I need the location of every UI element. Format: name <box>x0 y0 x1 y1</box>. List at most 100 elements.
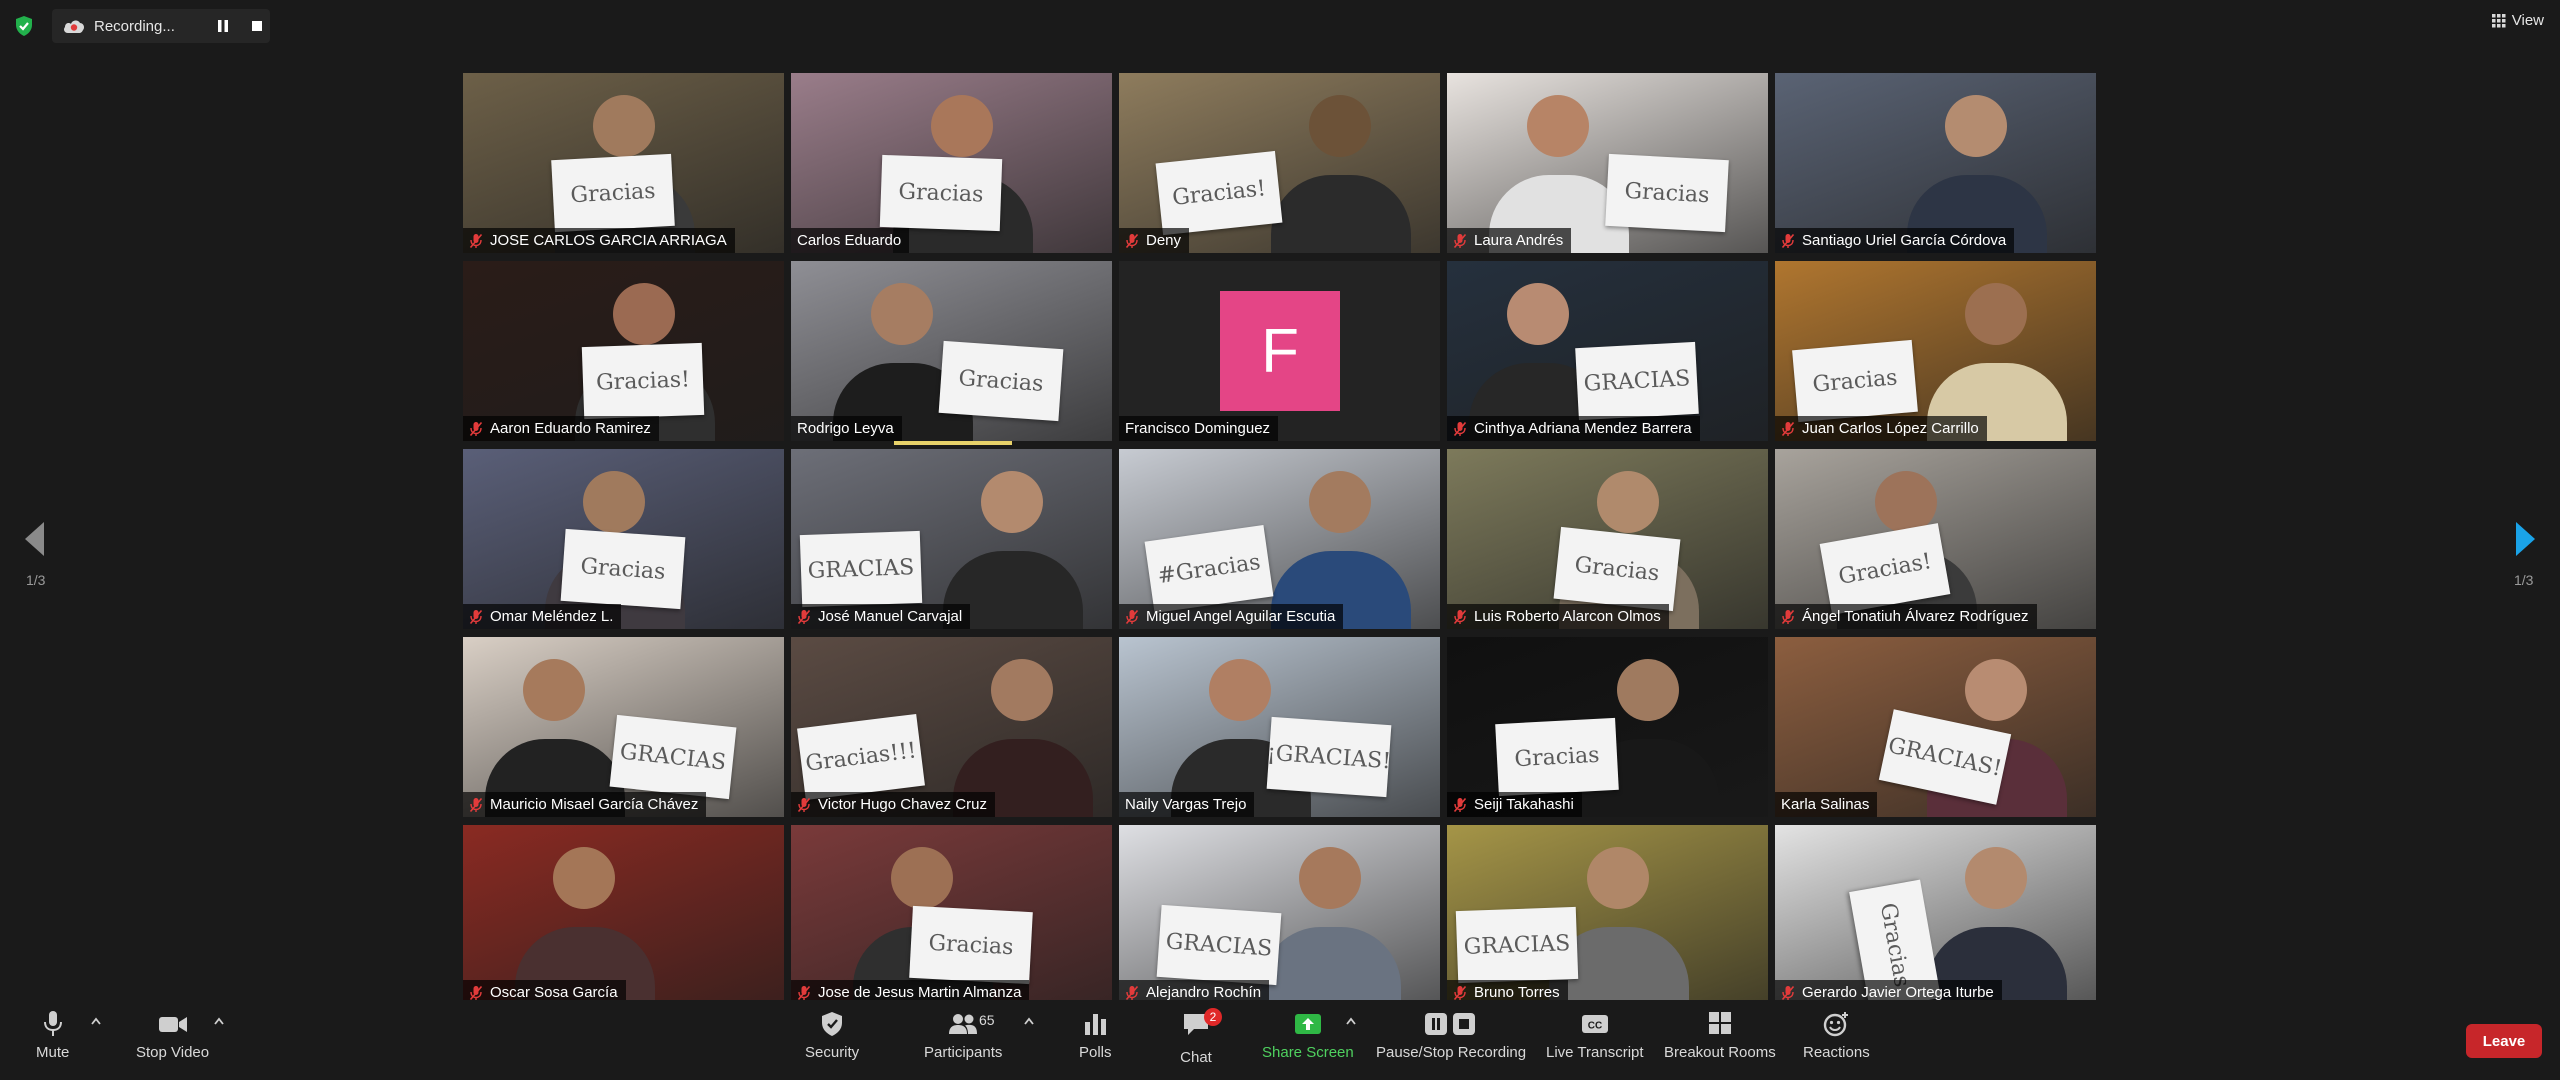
participant-video-tile[interactable]: GRACIAS Bruno Torres <box>1447 825 1768 1005</box>
participant-face <box>1965 847 2027 909</box>
gracias-sign: Gracias <box>1792 339 1918 423</box>
muted-microphone-icon <box>1125 985 1139 1000</box>
gracias-sign: Gracias <box>560 528 686 610</box>
participant-video-tile[interactable]: Gracias Juan Carlos López Carrillo <box>1775 261 2096 441</box>
reactions-button[interactable]: Reactions <box>1803 1010 1870 1061</box>
pause-recording-icon[interactable] <box>215 19 231 33</box>
participant-name: Laura Andrés <box>1474 232 1564 249</box>
participant-nameplate: Karla Salinas <box>1775 792 1878 817</box>
polls-button[interactable]: Polls <box>1079 1010 1112 1061</box>
security-shield-icon[interactable] <box>12 14 36 38</box>
participant-video-tile[interactable]: GRACIAS! Karla Salinas <box>1775 637 2096 817</box>
participant-video-tile[interactable]: Gracias Luis Roberto Alarcon Olmos <box>1447 449 1768 629</box>
reactions-smiley-icon <box>1824 1012 1849 1037</box>
share-screen-button[interactable]: Share Screen <box>1262 1010 1354 1061</box>
participant-video-tile[interactable]: Gracias Jose de Jesus Martin Almanza <box>791 825 1112 1005</box>
participant-video-tile[interactable]: Gracias!!! Victor Hugo Chavez Cruz <box>791 637 1112 817</box>
participant-video-tile[interactable]: Gracias! Deny <box>1119 73 1440 253</box>
participant-video-tile[interactable]: Gracias! Ángel Tonatiuh Álvarez Rodríguez <box>1775 449 2096 629</box>
breakout-rooms-label: Breakout Rooms <box>1664 1044 1776 1061</box>
participant-face <box>1309 95 1371 157</box>
participant-name: Naily Vargas Trejo <box>1125 796 1247 813</box>
participant-video-tile[interactable]: ¡GRACIAS! Naily Vargas Trejo <box>1119 637 1440 817</box>
leave-meeting-button[interactable]: Leave <box>2466 1024 2542 1058</box>
participant-face <box>1527 95 1589 157</box>
participant-name: Omar Meléndez L. <box>490 608 614 625</box>
participant-face <box>1875 471 1937 533</box>
participant-name: Francisco Dominguez <box>1125 420 1271 437</box>
muted-microphone-icon <box>797 609 811 624</box>
participant-name: Karla Salinas <box>1781 796 1870 813</box>
muted-microphone-icon <box>797 797 811 812</box>
reactions-label: Reactions <box>1803 1044 1870 1061</box>
chat-button[interactable]: 2 Chat <box>1180 1008 1222 1066</box>
video-options-caret-icon[interactable] <box>213 1016 225 1026</box>
breakout-rooms-icon <box>1708 1012 1731 1034</box>
participant-video-tile[interactable]: Oscar Sosa García <box>463 825 784 1005</box>
participants-button[interactable]: 65 Participants <box>924 1010 1002 1061</box>
security-label: Security <box>805 1044 860 1061</box>
share-options-caret-icon[interactable] <box>1345 1016 1357 1026</box>
participant-name: Oscar Sosa García <box>490 984 618 1001</box>
participant-video-tile[interactable]: Gracias Omar Meléndez L. <box>463 449 784 629</box>
participant-video-tile[interactable]: GRACIAS Cinthya Adriana Mendez Barrera <box>1447 261 1768 441</box>
gracias-sign: GRACIAS <box>799 530 923 608</box>
participant-face <box>1945 95 2007 157</box>
participant-video-tile[interactable]: GRACIAS Mauricio Misael García Chávez <box>463 637 784 817</box>
recording-indicator: Recording... <box>52 9 270 43</box>
participant-video-tile[interactable]: F Francisco Dominguez <box>1119 261 1440 441</box>
gracias-sign: Gracias! <box>1155 150 1283 236</box>
participant-nameplate: Naily Vargas Trejo <box>1119 792 1255 817</box>
participant-video-tile[interactable]: Gracias Seiji Takahashi <box>1447 637 1768 817</box>
stop-recording-icon[interactable] <box>250 19 264 33</box>
participant-video-tile[interactable]: Santiago Uriel García Córdova <box>1775 73 2096 253</box>
breakout-rooms-button[interactable]: Breakout Rooms <box>1664 1010 1776 1061</box>
participant-video-tile[interactable]: Gracias Laura Andrés <box>1447 73 1768 253</box>
rodrigo-speaking-bar <box>894 441 1012 445</box>
muted-microphone-icon <box>1453 233 1467 248</box>
previous-page-arrow-icon[interactable] <box>22 520 48 558</box>
participant-nameplate: Miguel Angel Aguilar Escutia <box>1119 604 1344 629</box>
pause-stop-recording-label: Pause/Stop Recording <box>1376 1044 1527 1061</box>
gracias-sign: Gracias <box>909 905 1033 985</box>
participant-video-tile[interactable]: GRACIAS José Manuel Carvajal <box>791 449 1112 629</box>
participant-video-tile[interactable]: Gracias JOSE CARLOS GARCIA ARRIAGA <box>463 73 784 253</box>
participants-options-caret-icon[interactable] <box>1023 1016 1035 1026</box>
mute-options-caret-icon[interactable] <box>90 1016 102 1026</box>
recording-label: Recording... <box>94 17 175 35</box>
chat-unread-badge: 2 <box>1204 1008 1222 1026</box>
participants-icon <box>949 1014 978 1034</box>
participant-nameplate: Rodrigo Leyva <box>791 416 902 441</box>
live-transcript-button[interactable]: CC Live Transcript <box>1546 1010 1644 1061</box>
muted-microphone-icon <box>469 421 483 436</box>
pause-stop-recording-button[interactable]: Pause/Stop Recording <box>1376 1010 1526 1061</box>
participant-video-tile[interactable]: Gracias! Aaron Eduardo Ramirez <box>463 261 784 441</box>
stop-video-button[interactable]: Stop Video <box>136 1010 209 1061</box>
participant-nameplate: Luis Roberto Alarcon Olmos <box>1447 604 1669 629</box>
mute-button[interactable]: Mute <box>36 1010 69 1061</box>
participant-nameplate: Aaron Eduardo Ramirez <box>463 416 659 441</box>
participant-name: Alejandro Rochín <box>1146 984 1262 1001</box>
participant-name: Luis Roberto Alarcon Olmos <box>1474 608 1661 625</box>
participant-nameplate: Omar Meléndez L. <box>463 604 622 629</box>
participant-video-tile[interactable]: #Gracias Miguel Angel Aguilar Escutia <box>1119 449 1440 629</box>
next-page-arrow-icon[interactable] <box>2512 520 2538 558</box>
muted-microphone-icon <box>1781 421 1795 436</box>
gracias-sign: Gracias! <box>581 342 705 420</box>
muted-microphone-icon <box>1781 233 1795 248</box>
participant-video-tile[interactable]: Gracias Carlos Eduardo <box>791 73 1112 253</box>
participant-name: Rodrigo Leyva <box>797 420 894 437</box>
participant-face <box>593 95 655 157</box>
security-button[interactable]: Security <box>805 1010 859 1061</box>
muted-microphone-icon <box>1453 609 1467 624</box>
participant-nameplate: Cinthya Adriana Mendez Barrera <box>1447 416 1700 441</box>
muted-microphone-icon <box>797 985 811 1000</box>
view-button[interactable]: View <box>2491 12 2544 29</box>
gracias-sign: Gracias <box>879 154 1003 232</box>
participant-video-tile[interactable]: GRACIAS Alejandro Rochín <box>1119 825 1440 1005</box>
participant-nameplate: Victor Hugo Chavez Cruz <box>791 792 995 817</box>
participant-video-tile[interactable]: Gracias Rodrigo Leyva <box>791 261 1112 441</box>
security-shield-toolbar-icon <box>822 1012 843 1036</box>
pause-stop-recording-icon <box>1425 1013 1476 1035</box>
participant-video-tile[interactable]: Gracias Gerardo Javier Ortega Iturbe <box>1775 825 2096 1005</box>
